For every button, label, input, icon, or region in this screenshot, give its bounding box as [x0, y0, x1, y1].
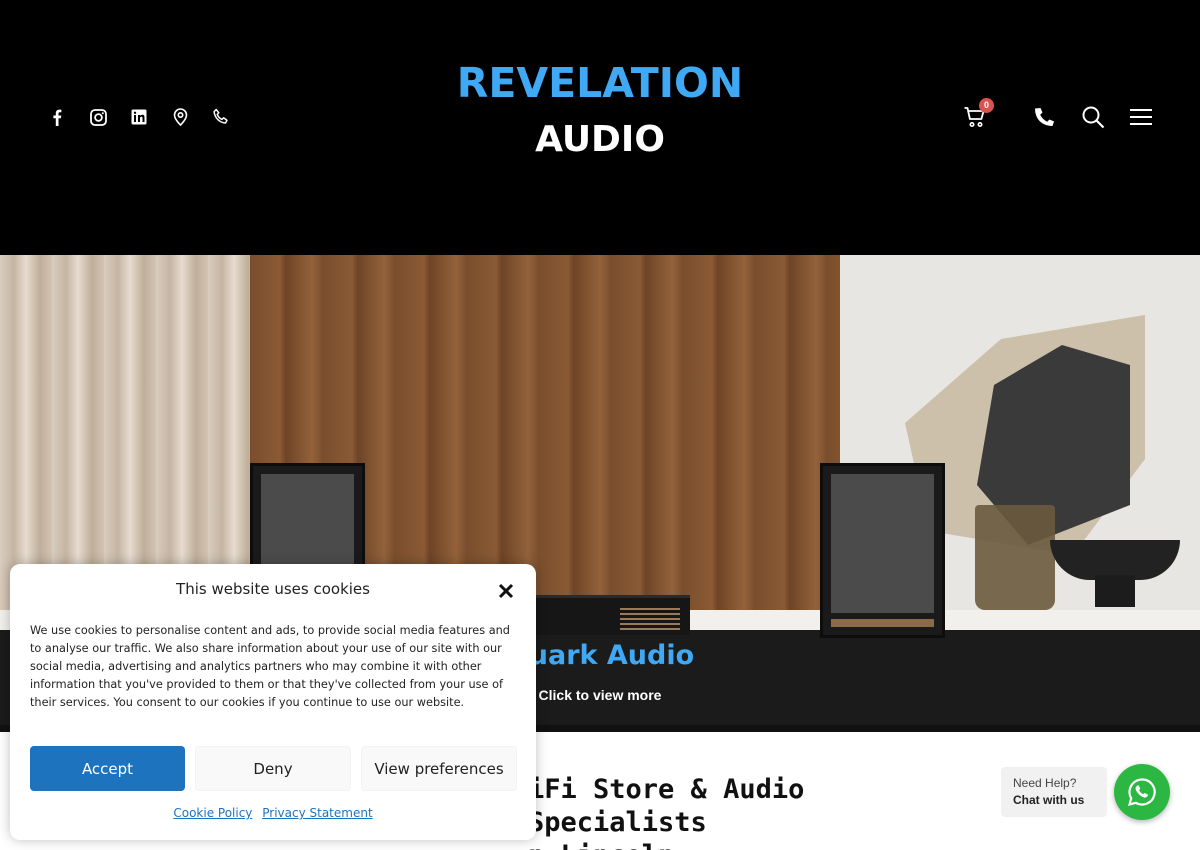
hero-vase — [975, 505, 1055, 610]
headline-line-1: iFi Store & Audio Specialists — [528, 774, 805, 838]
cookie-title: This website uses cookies — [176, 580, 370, 598]
instagram-icon[interactable] — [87, 106, 109, 128]
site-header: REVELATION AUDIO 0 — [0, 0, 1200, 255]
phone-button[interactable] — [1029, 100, 1059, 134]
deny-button[interactable]: Deny — [195, 746, 351, 791]
page: REVELATION AUDIO 0 Quark Audio Click to … — [0, 0, 1200, 850]
hero-amplifier — [530, 595, 690, 635]
social-links — [46, 106, 232, 128]
whatsapp-icon — [1127, 778, 1156, 807]
headline-line-2: n Lincoln — [528, 840, 674, 850]
phone-outline-icon[interactable] — [210, 106, 232, 128]
logo-line-2: AUDIO — [535, 119, 665, 160]
logo-line-1: REVELATION — [456, 59, 744, 107]
speaker-right — [820, 463, 945, 638]
facebook-icon[interactable] — [46, 106, 68, 128]
map-pin-icon[interactable] — [169, 106, 191, 128]
menu-icon — [1130, 109, 1152, 125]
chat-text: Chat with us — [1013, 793, 1085, 807]
view-preferences-button[interactable]: View preferences — [361, 746, 517, 791]
cart-count-badge: 0 — [979, 98, 994, 113]
accept-button[interactable]: Accept — [30, 746, 185, 791]
menu-button[interactable] — [1126, 100, 1156, 134]
cookie-consent-dialog: This website uses cookies We use cookies… — [10, 564, 536, 840]
search-icon — [1082, 106, 1105, 129]
search-button[interactable] — [1078, 100, 1108, 134]
cart-button[interactable]: 0 — [960, 98, 994, 134]
chat-help-tooltip[interactable]: Need Help? Chat with us — [1001, 767, 1107, 817]
privacy-statement-link[interactable]: Privacy Statement — [262, 806, 372, 820]
close-button[interactable] — [494, 579, 518, 603]
phone-icon — [1035, 108, 1054, 126]
linkedin-icon[interactable] — [128, 106, 150, 128]
whatsapp-chat-button[interactable] — [1114, 764, 1170, 820]
hero-bowl — [1050, 540, 1180, 580]
cookie-links: Cookie Policy Privacy Statement — [10, 806, 536, 820]
help-text: Need Help? — [1013, 776, 1077, 790]
cookie-message: We use cookies to personalise content an… — [30, 624, 510, 709]
site-logo[interactable]: REVELATION AUDIO — [440, 58, 760, 168]
page-headline: iFi Store & Audio Specialists n Lincoln — [528, 773, 988, 850]
cookie-policy-link[interactable]: Cookie Policy — [173, 806, 252, 820]
close-icon — [498, 583, 514, 599]
